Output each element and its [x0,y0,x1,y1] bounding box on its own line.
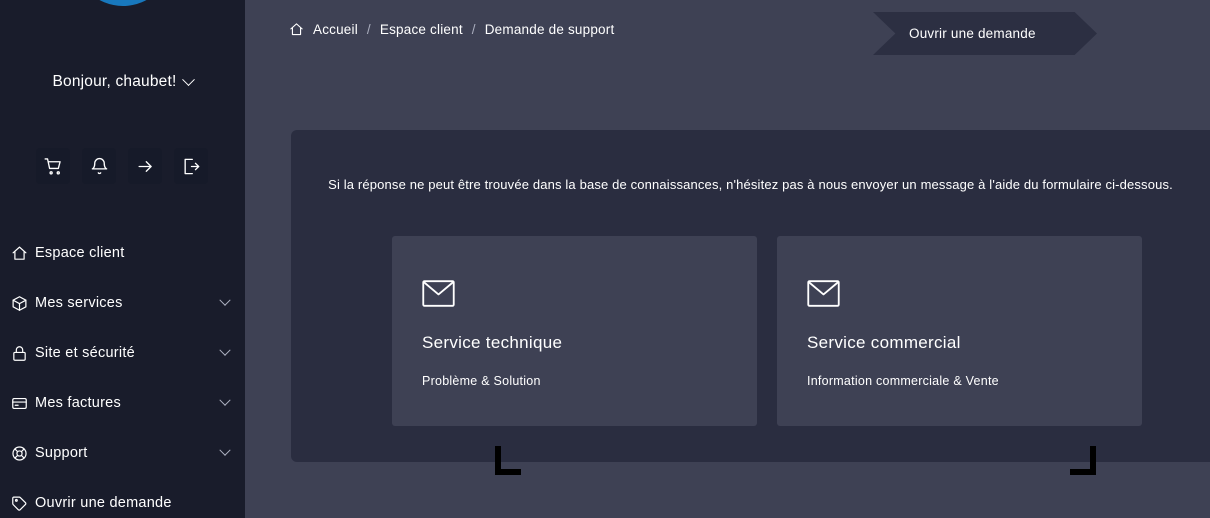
sidebar-item-label: Mes services [35,295,123,311]
box-icon [11,295,35,312]
breadcrumb-item-espace-client[interactable]: Espace client [380,22,463,37]
lifebuoy-icon [11,445,35,462]
sidebar-item-label: Ouvrir une demande [35,495,172,511]
intro-text: Si la réponse ne peut être trouvée dans … [328,177,1173,192]
service-card-commercial[interactable]: Service commercial Information commercia… [777,236,1142,426]
sidebar-item-espace-client[interactable]: Espace client [0,228,245,278]
circular-ring-logo-icon [73,0,172,6]
breadcrumb: Accueil / Espace client / Demande de sup… [245,0,1210,67]
envelope-icon [807,280,1112,312]
service-card-subtitle: Problème & Solution [422,374,541,388]
bell-icon [90,157,109,176]
sidebar-item-support[interactable]: Support [0,428,245,478]
arrow-right-icon [136,157,155,176]
lock-icon [11,345,35,362]
envelope-icon [422,280,727,312]
service-card-title: Service commercial [807,333,961,352]
quick-actions-bar [36,148,208,184]
user-greeting-menu[interactable]: Bonjour, chaubet! [0,72,245,91]
sidebar-item-label: Site et sécurité [35,345,135,361]
main-content: Accueil / Espace client / Demande de sup… [245,0,1210,518]
sidebar-item-ouvrir-une-demande[interactable]: Ouvrir une demande [0,478,245,518]
breadcrumb-item-accueil[interactable]: Accueil [313,22,358,37]
breadcrumb-separator: / [366,22,371,37]
breadcrumb-active-label: Ouvrir une demande [909,26,1036,41]
chevron-down-icon [219,394,231,406]
breadcrumb-item-demande-de-support[interactable]: Demande de support [485,22,615,37]
breadcrumb-separator: / [471,22,476,37]
breadcrumb-trail: Accueil / Espace client / Demande de sup… [289,22,614,37]
chevron-down-icon [181,72,195,86]
bottom-left-corner-marker [495,446,521,475]
content-panel: Si la réponse ne peut être trouvée dans … [291,130,1210,462]
chevron-down-icon [219,444,231,456]
credit-card-icon [11,395,35,412]
home-icon [289,22,304,37]
brand-logo[interactable] [0,0,245,52]
sidebar-item-label: Mes factures [35,395,121,411]
sidebar-item-site-et-securite[interactable]: Site et sécurité [0,328,245,378]
sidebar-item-label: Espace client [35,245,125,261]
chevron-down-icon [219,344,231,356]
logout-button[interactable] [174,148,208,184]
chevron-down-icon [219,294,231,306]
cart-icon [44,157,63,176]
sidebar-item-mes-services[interactable]: Mes services [0,278,245,328]
logout-icon [182,157,201,176]
sidebar-item-label: Support [35,445,88,461]
home-icon [11,245,35,262]
sidebar: Bonjour, chaubet! Espace client Mes serv… [0,0,245,518]
go-button[interactable] [128,148,162,184]
bottom-right-corner-marker [1070,446,1096,475]
service-card-subtitle: Information commerciale & Vente [807,374,999,388]
tag-icon [11,495,35,512]
service-card-title: Service technique [422,333,563,352]
user-greeting-label: Bonjour, chaubet! [52,73,177,90]
breadcrumb-item-active[interactable]: Ouvrir une demande [873,12,1097,55]
notifications-button[interactable] [82,148,116,184]
cart-button[interactable] [36,148,70,184]
sidebar-item-mes-factures[interactable]: Mes factures [0,378,245,428]
sidebar-nav: Espace client Mes services Site et sécur… [0,228,245,518]
service-cards: Service technique Problème & Solution Se… [392,236,1142,426]
service-card-technique[interactable]: Service technique Problème & Solution [392,236,757,426]
